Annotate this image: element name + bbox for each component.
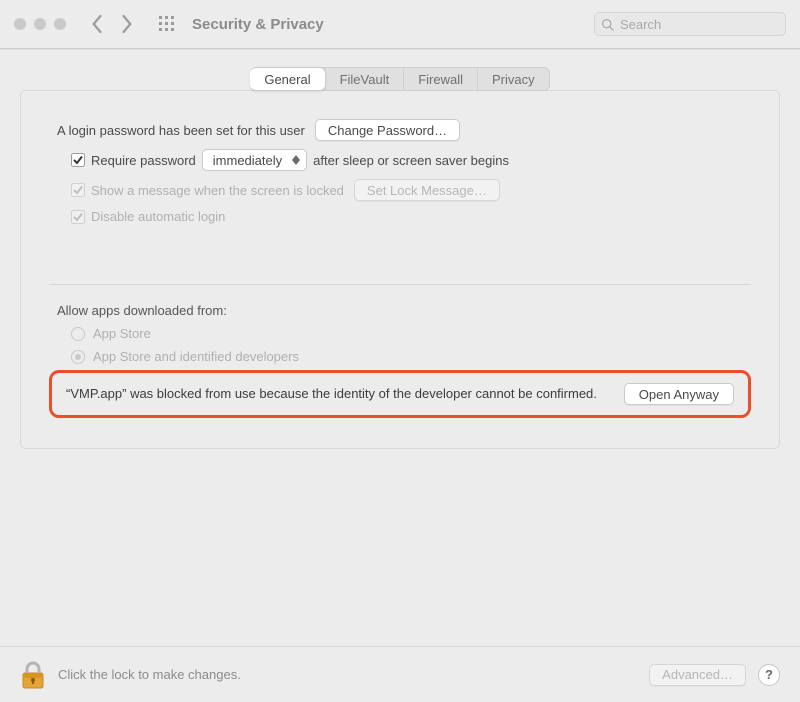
- chevron-right-icon: [121, 15, 133, 33]
- forward-button[interactable]: [116, 12, 138, 36]
- general-panel: A login password has been set for this u…: [20, 90, 780, 449]
- search-icon: [601, 18, 614, 31]
- show-message-checkbox: [71, 183, 85, 197]
- lock-button[interactable]: [20, 660, 46, 690]
- grid-icon: [159, 16, 175, 32]
- checkbox-checked-disabled-icon: [71, 183, 85, 197]
- radio-selected-icon: [75, 354, 81, 360]
- allow-apps-label: Allow apps downloaded from:: [57, 303, 751, 318]
- window-title: Security & Privacy: [192, 16, 324, 33]
- login-password-label: A login password has been set for this u…: [57, 123, 305, 138]
- blocked-app-message: “VMP.app” was blocked from use because t…: [66, 385, 610, 403]
- show-all-button[interactable]: [154, 11, 180, 37]
- toolbar: Security & Privacy Search: [0, 0, 800, 48]
- zoom-window[interactable]: [54, 18, 66, 30]
- help-button[interactable]: ?: [758, 664, 780, 686]
- blocked-app-box: “VMP.app” was blocked from use because t…: [49, 370, 751, 418]
- tabs: General FileVault Firewall Privacy: [20, 67, 780, 91]
- section-divider: [49, 284, 751, 285]
- content: General FileVault Firewall Privacy A log…: [0, 49, 800, 449]
- radio-identified-developers: [71, 350, 85, 364]
- opt-identified-label: App Store and identified developers: [93, 349, 299, 364]
- tab-privacy[interactable]: Privacy: [477, 68, 549, 90]
- radio-app-store: [71, 327, 85, 341]
- open-anyway-button[interactable]: Open Anyway: [624, 383, 734, 405]
- window-controls: [14, 18, 66, 30]
- tab-filevault[interactable]: FileVault: [325, 68, 404, 90]
- tab-firewall[interactable]: Firewall: [403, 68, 477, 90]
- opt-app-store-label: App Store: [93, 326, 151, 341]
- require-password-delay-value: immediately: [213, 153, 282, 168]
- back-button[interactable]: [86, 12, 108, 36]
- show-message-label: Show a message when the screen is locked: [91, 183, 344, 198]
- require-password-delay-select[interactable]: immediately: [202, 149, 307, 171]
- require-password-prefix: Require password: [91, 153, 196, 168]
- tab-general[interactable]: General: [250, 67, 325, 91]
- checkbox-checked-icon: [71, 153, 85, 167]
- require-password-checkbox[interactable]: [71, 153, 85, 167]
- lock-icon: [20, 660, 46, 690]
- advanced-button: Advanced…: [649, 664, 746, 686]
- search-field[interactable]: Search: [594, 12, 786, 36]
- search-placeholder: Search: [620, 17, 661, 32]
- disable-auto-login-label: Disable automatic login: [91, 209, 225, 224]
- change-password-button[interactable]: Change Password…: [315, 119, 460, 141]
- chevron-left-icon: [91, 15, 103, 33]
- checkbox-checked-disabled-icon: [71, 210, 85, 224]
- set-lock-message-button: Set Lock Message…: [354, 179, 500, 201]
- disable-auto-login-checkbox: [71, 210, 85, 224]
- lock-hint-label: Click the lock to make changes.: [58, 667, 241, 682]
- minimize-window[interactable]: [34, 18, 46, 30]
- require-password-suffix: after sleep or screen saver begins: [313, 153, 509, 168]
- select-stepper-icon: [292, 155, 300, 165]
- close-window[interactable]: [14, 18, 26, 30]
- footer: Click the lock to make changes. Advanced…: [0, 646, 800, 702]
